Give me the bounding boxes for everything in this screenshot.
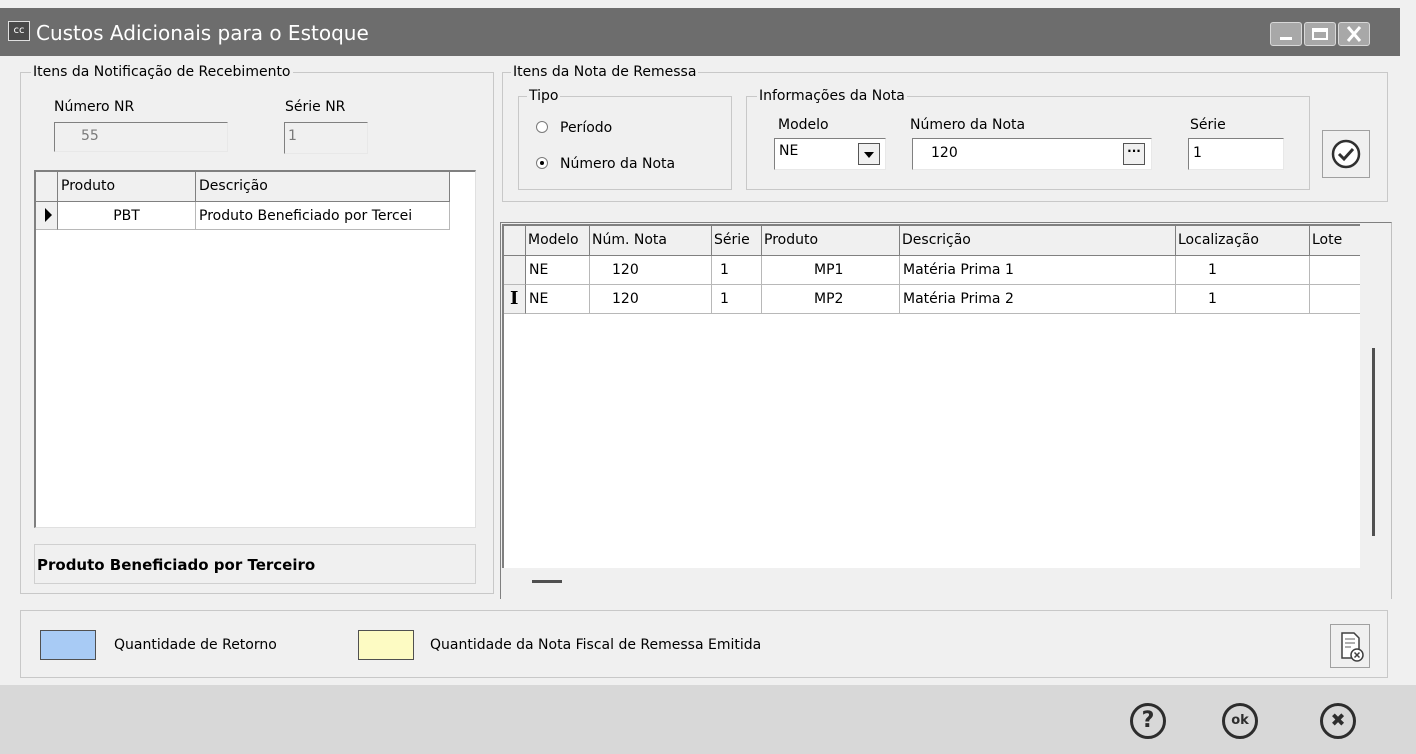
- serie-nr-field[interactable]: 1: [284, 122, 368, 154]
- cancel-icon: ✖: [1330, 710, 1346, 731]
- numero-nota-label: Número da Nota: [910, 117, 1026, 133]
- legend-label-quantidade-nota-remessa: Quantidade da Nota Fiscal de Remessa Emi…: [430, 637, 762, 653]
- column-header-serie[interactable]: Série: [712, 226, 762, 256]
- ok-button[interactable]: ok: [1222, 703, 1258, 739]
- legend-label-quantidade-retorno: Quantidade de Retorno: [114, 637, 277, 653]
- help-button[interactable]: ?: [1130, 703, 1166, 739]
- radio-periodo[interactable]: [536, 121, 548, 133]
- clear-document-button[interactable]: [1330, 624, 1370, 668]
- cell-produto[interactable]: MP2: [762, 285, 900, 314]
- vertical-scrollbar-thumb[interactable]: [1372, 348, 1375, 536]
- cell-localizacao[interactable]: 1: [1176, 285, 1310, 314]
- numero-nota-field[interactable]: 120: [912, 138, 1152, 170]
- selected-product-description: Produto Beneficiado por Terceiro: [34, 544, 476, 584]
- cell-lote[interactable]: [1310, 285, 1360, 314]
- radio-numero-nota[interactable]: [536, 157, 548, 169]
- column-header-produto[interactable]: Produto: [58, 172, 196, 202]
- remessa-group-legend: Itens da Nota de Remessa: [511, 64, 699, 80]
- row-indicator[interactable]: I: [504, 285, 526, 314]
- cell-descricao[interactable]: Matéria Prima 1: [900, 256, 1176, 285]
- window-title: Custos Adicionais para o Estoque: [36, 21, 369, 45]
- maximize-icon: [1312, 28, 1328, 40]
- cell-produto[interactable]: MP1: [762, 256, 900, 285]
- text-cursor-icon: I: [510, 288, 519, 309]
- swatch-quantidade-nota-remessa: [358, 630, 414, 660]
- close-button[interactable]: [1338, 22, 1370, 46]
- column-header-descricao[interactable]: Descrição: [900, 226, 1176, 256]
- title-bar[interactable]: cc Custos Adicionais para o Estoque: [0, 8, 1400, 56]
- check-circle-icon: [1331, 139, 1361, 169]
- numero-nr-label: Número NR: [54, 99, 135, 115]
- table-corner: [504, 226, 526, 256]
- remessa-items-table[interactable]: Modelo Núm. Nota Série Produto Descrição…: [502, 224, 1360, 568]
- swatch-quantidade-retorno: [40, 630, 96, 660]
- column-header-lote[interactable]: Lote: [1310, 226, 1360, 256]
- cell-produto[interactable]: PBT: [58, 202, 196, 230]
- maximize-button[interactable]: [1304, 22, 1336, 46]
- modelo-dropdown-button[interactable]: [858, 143, 880, 165]
- confirm-filter-button[interactable]: [1322, 130, 1370, 178]
- minimize-button[interactable]: [1270, 22, 1302, 46]
- column-header-descricao[interactable]: Descrição: [196, 172, 450, 202]
- modelo-value: NE: [779, 143, 799, 159]
- column-header-num-nota[interactable]: Núm. Nota: [590, 226, 712, 256]
- table-corner: [36, 172, 58, 202]
- nr-group-legend: Itens da Notificação de Recebimento: [31, 64, 293, 80]
- tipo-group: Tipo: [518, 88, 732, 190]
- document-remove-icon: [1341, 632, 1364, 662]
- cell-lote[interactable]: [1310, 256, 1360, 285]
- column-header-modelo[interactable]: Modelo: [526, 226, 590, 256]
- radio-numero-nota-label[interactable]: Número da Nota: [560, 155, 675, 173]
- serie-nr-label: Série NR: [285, 99, 346, 115]
- chevron-down-icon: [864, 152, 874, 158]
- ellipsis-icon: ···: [1127, 144, 1141, 158]
- cell-localizacao[interactable]: 1: [1176, 256, 1310, 285]
- help-icon: ?: [1141, 708, 1155, 733]
- row-indicator[interactable]: [504, 256, 526, 285]
- tipo-legend: Tipo: [527, 88, 561, 104]
- serie-field[interactable]: 1: [1188, 138, 1284, 170]
- modelo-label: Modelo: [778, 117, 829, 133]
- app-icon: cc: [8, 21, 30, 41]
- numero-nota-lookup-button[interactable]: ···: [1123, 143, 1145, 165]
- cell-num-nota[interactable]: 120: [590, 285, 712, 314]
- serie-label: Série: [1190, 117, 1226, 133]
- cancel-button[interactable]: ✖: [1320, 703, 1356, 739]
- cell-serie[interactable]: 1: [712, 285, 762, 314]
- current-row-arrow-icon: [45, 208, 52, 222]
- ok-icon: ok: [1231, 713, 1249, 728]
- column-header-produto[interactable]: Produto: [762, 226, 900, 256]
- cell-modelo[interactable]: NE: [526, 285, 590, 314]
- minimize-icon: [1280, 37, 1292, 40]
- numero-nr-field[interactable]: 55: [54, 122, 228, 152]
- custos-adicionais-window: cc Custos Adicionais para o Estoque Iten…: [0, 0, 1416, 754]
- cell-num-nota[interactable]: 120: [590, 256, 712, 285]
- cell-descricao[interactable]: Matéria Prima 2: [900, 285, 1176, 314]
- column-header-localizacao[interactable]: Localização: [1176, 226, 1310, 256]
- info-nota-legend: Informações da Nota: [757, 88, 907, 104]
- row-indicator[interactable]: [36, 202, 58, 230]
- footer-bar: [0, 685, 1416, 754]
- radio-periodo-label[interactable]: Período: [560, 119, 612, 137]
- horizontal-scrollbar-thumb[interactable]: [532, 580, 562, 583]
- cell-serie[interactable]: 1: [712, 256, 762, 285]
- close-icon: [1346, 26, 1362, 42]
- cell-modelo[interactable]: NE: [526, 256, 590, 285]
- nr-items-table[interactable]: Produto Descrição PBT Produto Beneficiad…: [34, 170, 476, 528]
- cell-descricao[interactable]: Produto Beneficiado por Tercei: [196, 202, 450, 230]
